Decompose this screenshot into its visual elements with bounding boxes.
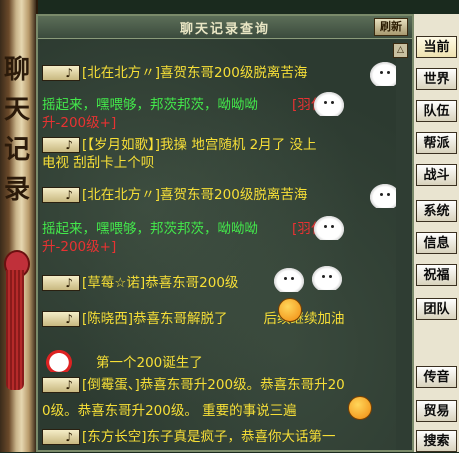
horn-channel-icon[interactable] <box>42 376 80 394</box>
emoticon-icon <box>370 184 396 208</box>
chat-line: [草莓☆诺]恭喜东哥200级 <box>42 274 238 292</box>
message-text: 恭喜东哥升200级。恭喜东哥升20 <box>139 377 345 393</box>
tab-search[interactable]: 搜索 <box>416 430 457 452</box>
horn-channel-icon[interactable] <box>42 64 80 82</box>
sender-name[interactable]: [倒霉蛋、] <box>82 377 140 393</box>
emoticon-icon <box>278 298 302 322</box>
message-text: 摇起来，嘿喂够，邦茨邦茨，呦呦呦 <box>42 97 258 113</box>
chat-line: 0级。恭喜东哥升200级。 重要的事说三遍 <box>42 402 297 420</box>
sender-name[interactable]: [北在北方〃] <box>82 187 160 203</box>
tassel <box>6 270 24 390</box>
chat-line: 电视 刮刮卡上个呗 <box>42 154 154 172</box>
chat-line: [倒霉蛋、]恭喜东哥升200级。恭喜东哥升20 <box>42 376 345 394</box>
tab-whisper[interactable]: 传音 <box>416 366 457 388</box>
sender-name[interactable]: [【岁月如歌】] <box>82 137 160 153</box>
chat-line: [北在北方〃]喜贺东哥200级脱离苦海 <box>42 186 307 204</box>
horn-channel-icon[interactable] <box>42 274 80 292</box>
emoticon-icon <box>348 396 372 420</box>
sender-name[interactable]: [东方长空] <box>82 429 147 445</box>
message-text: 第一个200诞生了 <box>96 355 203 371</box>
tab-team[interactable]: 队伍 <box>416 100 457 122</box>
tab-guild[interactable]: 帮派 <box>416 132 457 154</box>
message-text: 喜贺东哥200级脱离苦海 <box>160 65 308 81</box>
chat-line: [东方长空]东子真是疯子，恭喜你大话第一 <box>42 428 336 446</box>
sender-name[interactable]: [北在北方〃] <box>82 65 160 81</box>
tab-squad[interactable]: 团队 <box>416 298 457 320</box>
tab-current[interactable]: 当前 <box>416 36 457 58</box>
emoticon-icon <box>314 92 344 116</box>
chat-line: 升-200级+] <box>42 114 116 132</box>
chat-line: 摇起来，嘿喂够，邦茨邦茨，呦呦呦[羽化飞 <box>42 96 338 114</box>
message-text: 电视 刮刮卡上个呗 <box>42 155 155 171</box>
refresh-button[interactable]: 刷新 <box>374 18 408 36</box>
message-text-red: 升-200级+] <box>42 239 117 255</box>
emoticon-icon <box>44 348 74 372</box>
sender-name[interactable]: [陈晓西] <box>82 311 133 327</box>
tab-info[interactable]: 信息 <box>416 232 457 254</box>
chat-line: 摇起来，嘿喂够，邦茨邦茨，呦呦呦[羽化飞 <box>42 220 338 238</box>
left-decor-scroll: 聊天记录 <box>0 0 38 452</box>
chat-history-panel: 聊天记录查询 刷新 [北在北方〃]喜贺东哥200级脱离苦海 摇起来，嘿喂够，邦茨… <box>36 14 414 452</box>
tab-battle[interactable]: 战斗 <box>416 164 457 186</box>
title-bar: 聊天记录查询 刷新 <box>38 16 412 39</box>
scroll-calligraphy: 聊天记录 <box>3 55 30 205</box>
horn-channel-icon[interactable] <box>42 428 80 446</box>
horn-channel-icon[interactable] <box>42 186 80 204</box>
message-text: 恭喜东哥200级 <box>145 275 239 291</box>
tab-blessing[interactable]: 祝福 <box>416 264 457 286</box>
chat-line: 升-200级+] <box>42 238 116 256</box>
emoticon-icon <box>274 268 304 292</box>
message-list[interactable]: [北在北方〃]喜贺东哥200级脱离苦海 摇起来，嘿喂够，邦茨邦茨，呦呦呦[羽化飞… <box>40 40 396 450</box>
message-text: 喜贺东哥200级脱离苦海 <box>160 187 308 203</box>
message-text: 东子真是疯子，恭喜你大话第一 <box>146 429 336 445</box>
tab-world[interactable]: 世界 <box>416 68 457 90</box>
emoticon-icon <box>314 216 344 240</box>
emoticon-icon <box>312 266 342 290</box>
sender-name[interactable]: [草莓☆诺] <box>82 275 145 291</box>
message-text: 恭喜东哥解脱了 <box>133 311 228 327</box>
channel-tab-column: 当前 世界 队伍 帮派 战斗 系统 信息 祝福 团队 传音 贸易 搜索 <box>414 14 459 452</box>
message-text: 摇起来，嘿喂够，邦茨邦茨，呦呦呦 <box>42 221 258 237</box>
message-text: 我操 地宫随机 2月了 没上 <box>160 137 317 153</box>
message-text: 0级。恭喜东哥升200级。 重要的事说三遍 <box>42 403 297 419</box>
panel-title: 聊天记录查询 <box>179 22 270 37</box>
tab-trade[interactable]: 贸易 <box>416 400 457 422</box>
chat-line: 第一个200诞生了 <box>96 354 203 372</box>
collapse-button[interactable]: △ <box>393 43 408 58</box>
chat-line: [【岁月如歌】]我操 地宫随机 2月了 没上 <box>42 136 317 154</box>
chat-line: [北在北方〃]喜贺东哥200级脱离苦海 <box>42 64 307 82</box>
message-text-red: 升-200级+] <box>42 115 117 131</box>
horn-channel-icon[interactable] <box>42 136 80 154</box>
message-text: 后续继续加油 <box>263 311 345 327</box>
emoticon-icon <box>370 62 396 86</box>
horn-channel-icon[interactable] <box>42 310 80 328</box>
tab-system[interactable]: 系统 <box>416 200 457 222</box>
